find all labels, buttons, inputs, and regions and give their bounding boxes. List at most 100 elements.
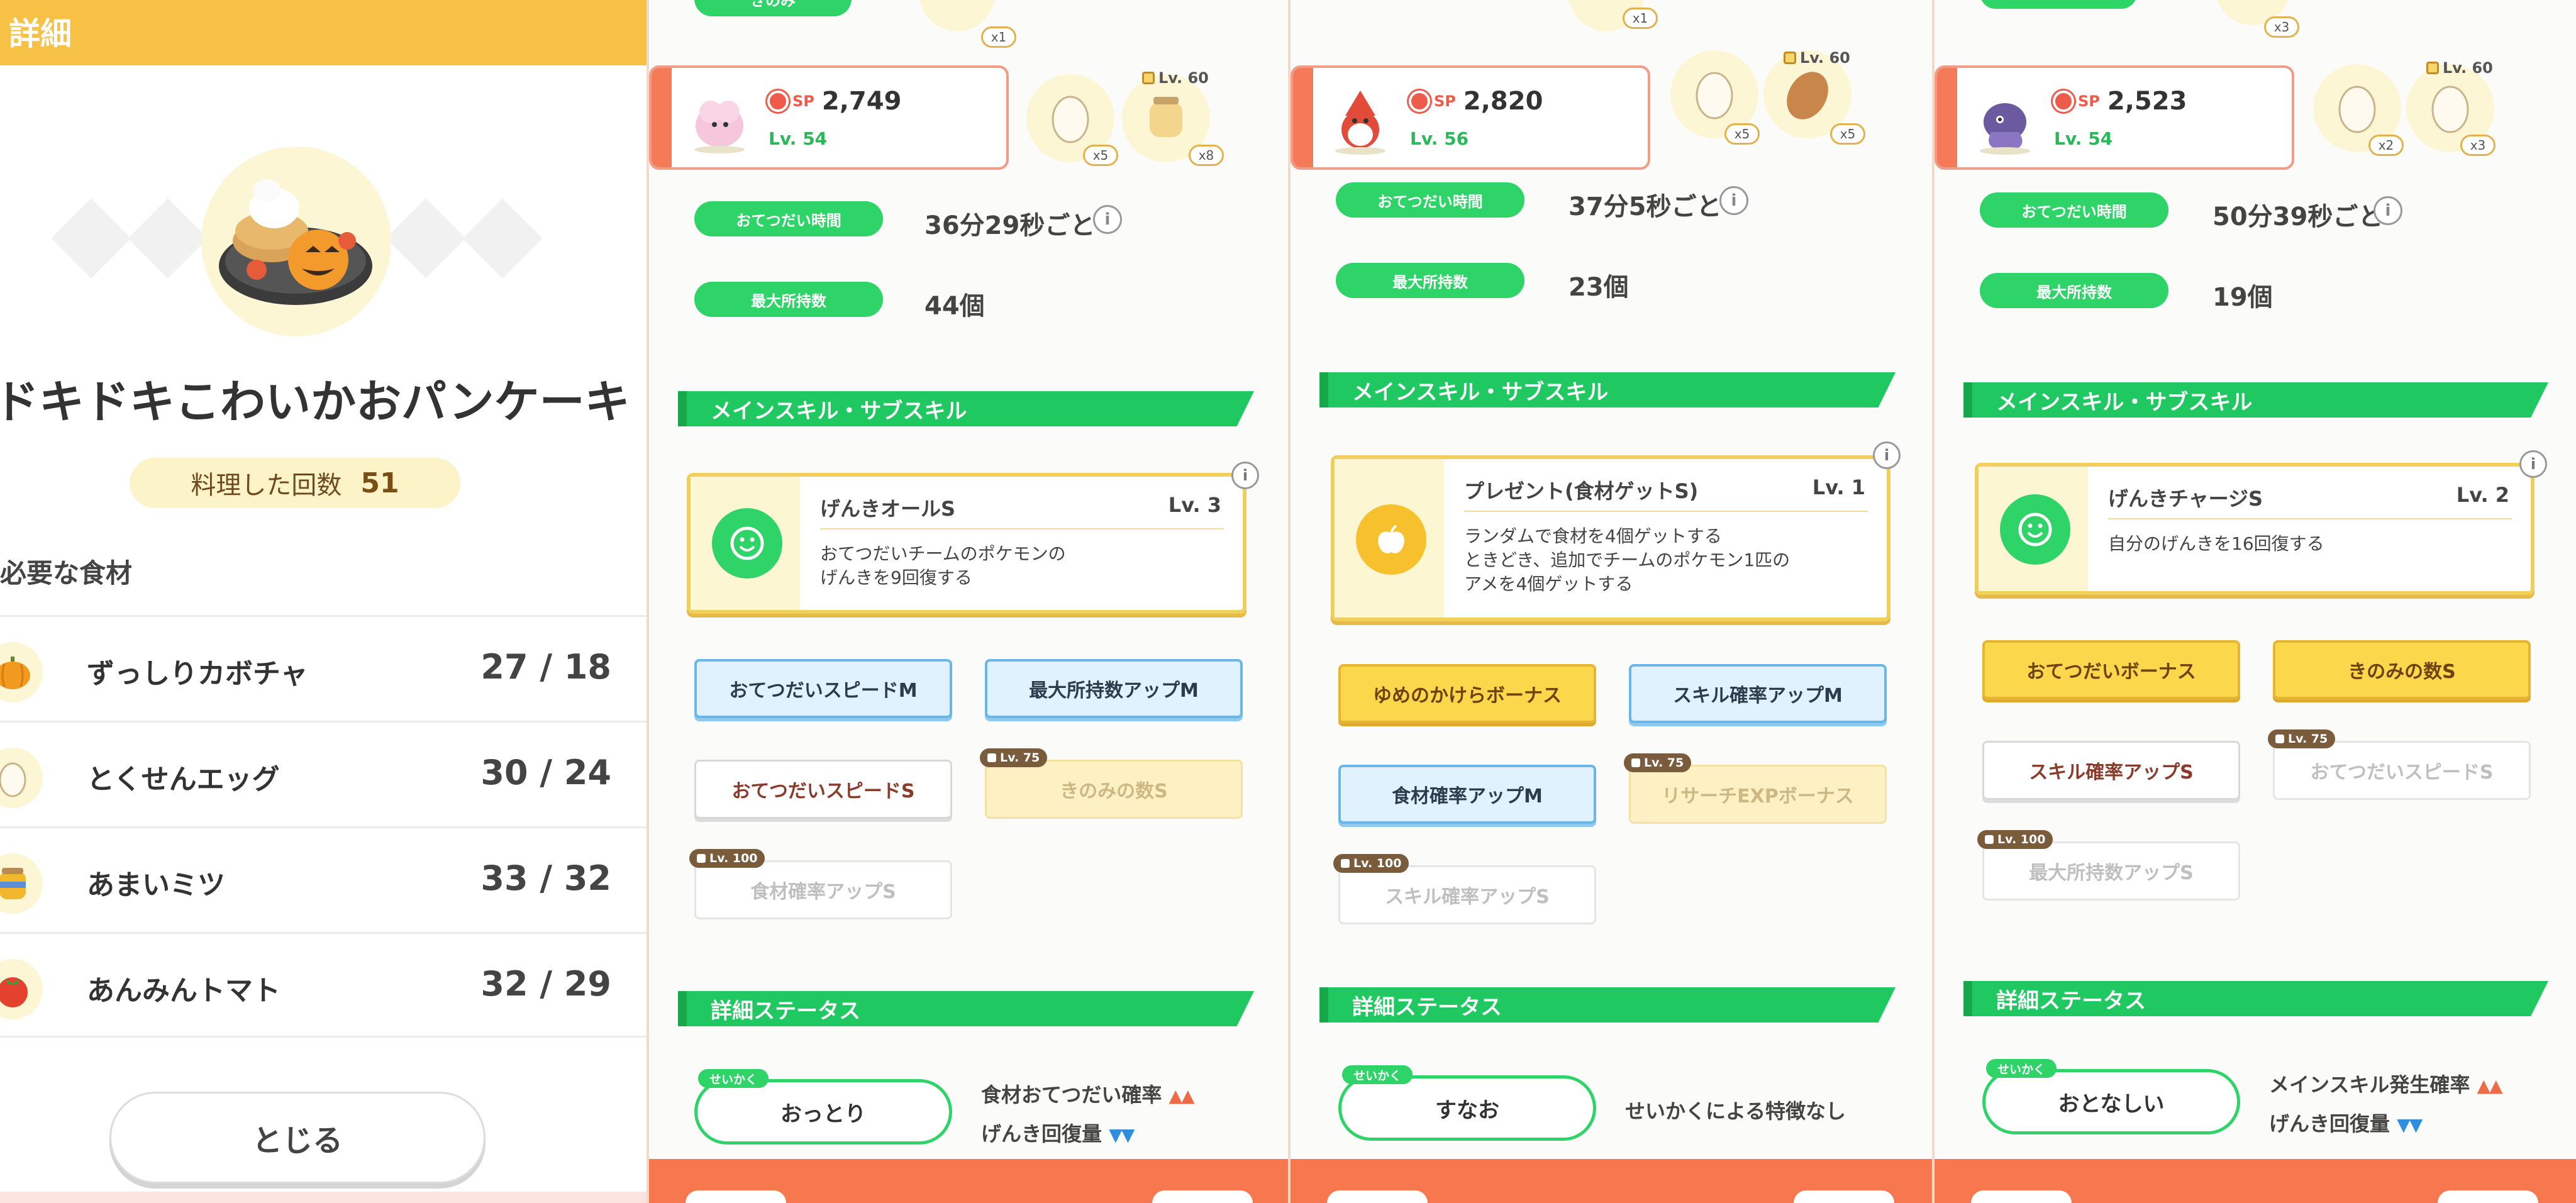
pokemon-card[interactable]: SP 2,523 Lv. 54 xyxy=(1935,65,2294,170)
lock-icon xyxy=(2426,62,2439,74)
info-icon[interactable]: i xyxy=(1231,462,1259,489)
main-skill-card[interactable]: プレゼント(食材ゲットS) Lv. 1 ランダムで食材を4個ゲットする ときどき… xyxy=(1331,455,1890,621)
slot-lock-level: Lv. 60 xyxy=(1142,69,1209,87)
pokemon-detail-panel-3: x3 SP 2,523 Lv. 54 x2 x3 Lv. 60 おてつだい時間 … xyxy=(1932,0,2576,1203)
skills-section-banner: メインスキル・サブスキル xyxy=(1963,382,2548,418)
sub-skill-button[interactable]: 最大所持数アップM xyxy=(985,659,1243,718)
skills-section-banner: メインスキル・サブスキル xyxy=(678,391,1254,426)
unlock-level-text: Lv. 100 xyxy=(709,851,758,865)
skills-section-banner: メインスキル・サブスキル xyxy=(1319,372,1896,407)
lock-icon xyxy=(1142,72,1155,84)
unlock-level-tag: Lv. 75 xyxy=(1624,753,1692,772)
help-time-value: 36分29秒ごと xyxy=(924,211,1096,240)
skill-description: 自分のげんきを16回復する xyxy=(2108,533,2324,554)
sub-skill-button[interactable]: リサーチEXPボーナス xyxy=(1629,765,1887,824)
nature-tag: せいかく xyxy=(698,1069,769,1088)
sub-skill-button[interactable]: きのみの数S xyxy=(985,760,1243,819)
sub-skill-button[interactable]: スキル確率アップS xyxy=(1338,865,1596,924)
pokemon-level: Lv. 54 xyxy=(2054,128,2113,149)
nature-tag: せいかく xyxy=(1342,1065,1413,1084)
skill-level: Lv. 3 xyxy=(1168,493,1221,517)
apple-icon xyxy=(1356,504,1426,575)
lock-icon xyxy=(697,854,706,863)
pokemon-card[interactable]: SP 2,820 Lv. 56 xyxy=(1291,65,1650,170)
diamond-decoration xyxy=(462,198,543,279)
sub-skill-button[interactable]: 最大所持数アップS xyxy=(1982,841,2240,901)
sub-skill-button[interactable]: スキル確率アップM xyxy=(1629,664,1887,723)
unlock-level-tag: Lv. 100 xyxy=(1977,830,2053,849)
nature-pill[interactable]: すなお xyxy=(1338,1075,1596,1141)
info-icon[interactable]: i xyxy=(2373,196,2402,225)
sp-ball-icon xyxy=(767,91,789,112)
help-time-pill: おてつだい時間 xyxy=(1980,192,2168,228)
unlock-level-tag: Lv. 100 xyxy=(689,849,765,868)
berry-count: x3 xyxy=(2264,16,2299,38)
nature-up-stat: せいかくによる特徴なし xyxy=(1625,1095,1846,1124)
nature-pill[interactable]: おっとり xyxy=(694,1079,952,1145)
slot-lock-level-text: Lv. 60 xyxy=(1158,69,1209,87)
bottom-button[interactable] xyxy=(686,1190,786,1203)
sub-skill-button[interactable]: ゆめのかけらボーナス xyxy=(1338,664,1596,723)
sub-skill-button[interactable]: きのみの数S xyxy=(2273,640,2531,699)
slot-lock-level: Lv. 60 xyxy=(1784,49,1850,67)
pancake-dish-icon xyxy=(219,179,372,305)
pokemon-detail-panel-1: きのみ x1 SP 2,749 Lv. 54 x5 x8 Lv. 60 おてつだ… xyxy=(647,0,1288,1203)
bottom-button[interactable] xyxy=(1971,1190,2072,1203)
pokemon-detail-panel-2: x1 SP 2,820 Lv. 56 x5 x5 Lv. 60 おてつだい時間 … xyxy=(1288,0,1932,1203)
info-icon[interactable]: i xyxy=(1093,205,1122,234)
help-time-pill: おてつだい時間 xyxy=(694,201,883,236)
sub-skill-button[interactable]: おてつだいスピードM xyxy=(694,659,952,718)
ingredient-count: x5 xyxy=(1083,145,1118,166)
pumpkin-icon xyxy=(0,642,43,702)
bottom-button[interactable] xyxy=(1152,1190,1253,1203)
skill-description: おてつだいチームのポケモンの げんきを9回復する xyxy=(820,543,1066,588)
lock-icon xyxy=(987,753,996,762)
down-arrow-icon: ▼▼ xyxy=(1109,1124,1135,1145)
info-icon[interactable]: i xyxy=(2519,450,2547,478)
sub-skill-button[interactable]: スキル確率アップS xyxy=(1982,741,2240,800)
lock-icon xyxy=(1341,859,1350,868)
pokemon-card[interactable]: SP 2,749 Lv. 54 xyxy=(649,65,1009,170)
unlock-level-text: Lv. 100 xyxy=(1353,857,1402,870)
lock-icon xyxy=(2275,735,2284,743)
sp-value: 2,523 xyxy=(2107,87,2187,116)
ingredient-count: x2 xyxy=(2368,135,2404,156)
bottom-button[interactable] xyxy=(1327,1190,1428,1203)
slot-lock-level-text: Lv. 60 xyxy=(2443,59,2493,77)
bottom-button[interactable] xyxy=(2438,1190,2538,1203)
sub-skill-button[interactable]: 食材確率アップM xyxy=(1338,765,1596,824)
nature-down-label: げんき回復量 xyxy=(2269,1112,2390,1136)
up-arrow-icon: ▲▲ xyxy=(2477,1075,2503,1096)
sp-badge: SP 2,523 xyxy=(2053,87,2187,116)
pokemon-sprite-icon xyxy=(1335,91,1385,155)
sub-skill-button[interactable]: 食材確率アップS xyxy=(694,860,952,919)
slot-lock-level-text: Lv. 60 xyxy=(1800,49,1850,67)
skill-icon-area xyxy=(1979,467,2088,591)
ingredient-count: 32 / 29 xyxy=(480,964,611,1004)
ingredient-count: x5 xyxy=(1830,123,1865,145)
help-time-value: 37分5秒ごと xyxy=(1568,192,1722,221)
main-skill-card[interactable]: げんきオールS Lv. 3 おてつだいチームのポケモンの げんきを9回復する xyxy=(687,473,1246,614)
skill-icon-area xyxy=(691,477,800,610)
sub-skill-button[interactable]: おてつだいボーナス xyxy=(1982,640,2240,699)
sub-skill-button[interactable]: おてつだいスピードS xyxy=(694,760,952,819)
close-button[interactable]: とじる xyxy=(109,1092,486,1184)
berry-count: x1 xyxy=(981,26,1016,48)
max-carry-value: 19個 xyxy=(2212,283,2273,312)
dish-image xyxy=(201,147,391,336)
honey-icon xyxy=(0,853,43,914)
pokemon-sprite-icon xyxy=(1980,103,2030,155)
unlock-level-text: Lv. 75 xyxy=(2288,732,2328,746)
lock-icon xyxy=(1784,52,1796,64)
sub-skill-button[interactable]: おてつだいスピードS xyxy=(2273,741,2531,800)
diamond-decoration xyxy=(128,198,208,279)
nature-up-label: メインスキル発生確率 xyxy=(2269,1073,2470,1097)
help-time-value: 50分39秒ごと xyxy=(2212,202,2384,231)
sp-badge: SP 2,749 xyxy=(767,87,901,116)
nature-pill[interactable]: おとなしい xyxy=(1982,1069,2240,1134)
info-icon[interactable]: i xyxy=(1873,441,1901,469)
bottom-button[interactable] xyxy=(1794,1190,1894,1203)
info-icon[interactable]: i xyxy=(1719,186,1748,215)
detail-status-banner: 詳細ステータス xyxy=(1319,987,1896,1023)
main-skill-card[interactable]: げんきチャージS Lv. 2 自分のげんきを16回復する xyxy=(1975,463,2534,595)
